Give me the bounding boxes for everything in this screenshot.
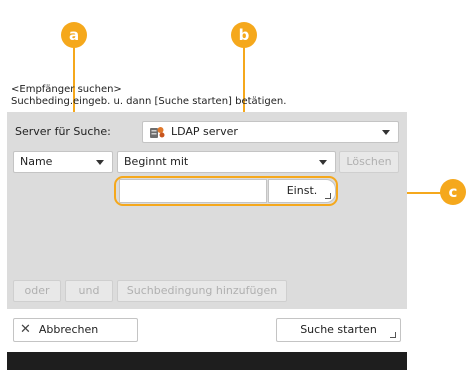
add-condition-button[interactable]: Suchbedingung hinzufügen [117, 280, 287, 302]
condition-select[interactable]: Beginnt mit [117, 151, 336, 173]
start-search-button[interactable]: Suche starten [276, 318, 401, 342]
chevron-down-icon [96, 160, 104, 165]
start-search-button-label: Suche starten [300, 323, 377, 336]
server-select-value: LDAP server [171, 125, 238, 138]
cancel-button-label: Abbrechen [38, 323, 99, 336]
chevron-down-icon [319, 160, 327, 165]
close-icon: ✕ [20, 322, 31, 337]
header-title: <Empfänger suchen> [11, 84, 122, 95]
attribute-select[interactable]: Name [13, 151, 113, 173]
attribute-select-value: Name [20, 155, 53, 168]
corner-arrow-icon [390, 332, 396, 338]
clear-button[interactable]: Löschen [339, 151, 399, 173]
and-button[interactable]: und [65, 280, 113, 302]
server-select[interactable]: LDAP server [142, 121, 399, 143]
callout-b: b [231, 22, 257, 48]
callout-a: a [61, 22, 87, 48]
footer-bar [7, 352, 407, 370]
server-label: Server für Suche: [15, 125, 111, 138]
header-instructions: Suchbeding.eingeb. u. dann [Suche starte… [11, 96, 287, 107]
callout-c: c [440, 179, 466, 205]
cancel-button[interactable]: ✕ Abbrechen [13, 318, 138, 342]
or-button[interactable]: oder [13, 280, 61, 302]
chevron-down-icon [382, 130, 390, 135]
condition-select-value: Beginnt mit [124, 155, 189, 168]
input-highlight [114, 176, 338, 206]
ldap-server-icon [149, 125, 165, 139]
